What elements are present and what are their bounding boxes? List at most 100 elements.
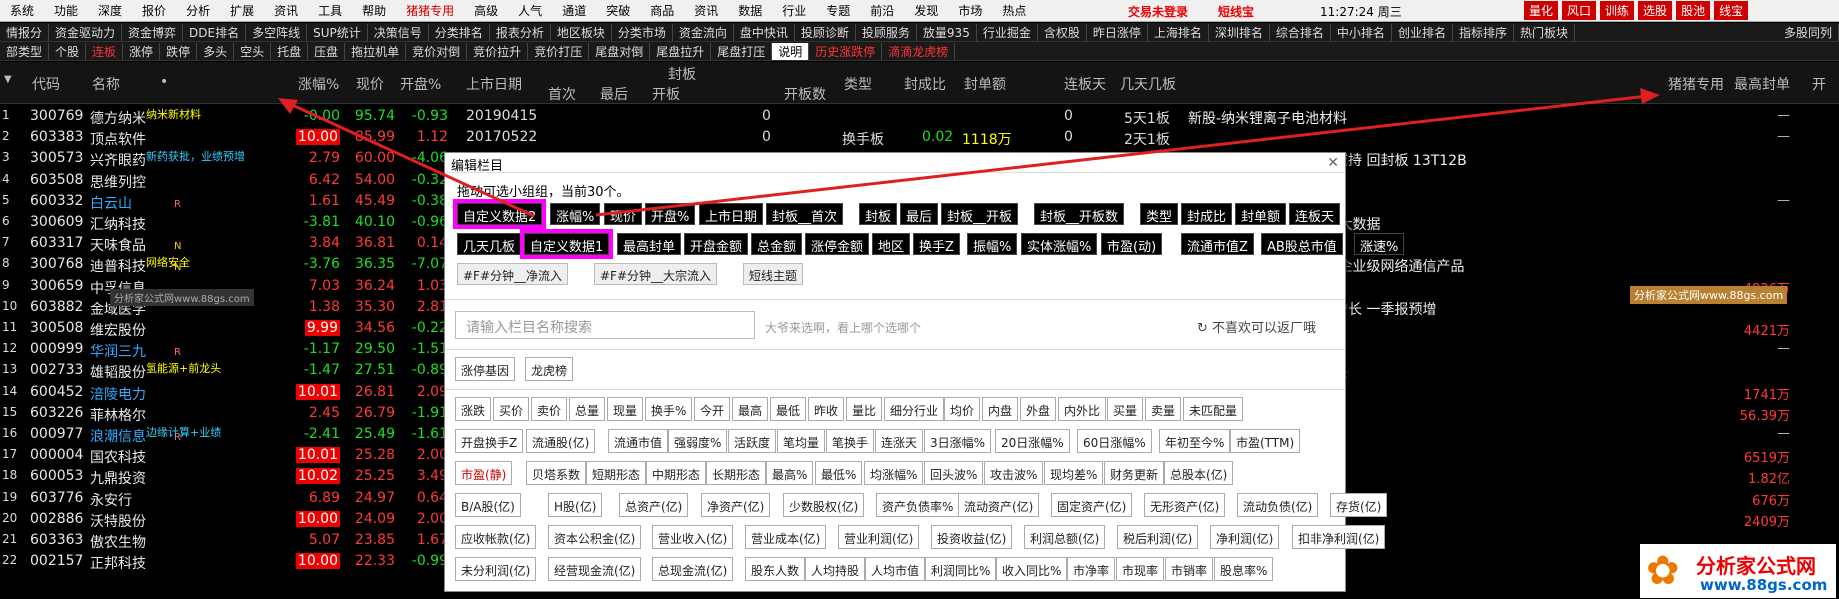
- toolbar-1-item[interactable]: 指标排序: [1453, 23, 1514, 41]
- available-column[interactable]: 人均市值: [865, 557, 926, 581]
- selected-column[interactable]: 封单额: [1235, 203, 1287, 225]
- available-column[interactable]: 涨跌: [455, 397, 492, 421]
- menu-item[interactable]: 数据: [728, 2, 772, 19]
- available-column[interactable]: 活跃度: [728, 429, 777, 453]
- stock-name[interactable]: 汇纳科技: [90, 214, 146, 234]
- stock-code[interactable]: 600332: [30, 193, 83, 209]
- available-column[interactable]: 市现率: [1116, 557, 1165, 581]
- stock-code[interactable]: 300769: [30, 108, 83, 124]
- header-last[interactable]: 最后: [600, 84, 628, 104]
- stock-code[interactable]: 603363: [30, 532, 83, 548]
- available-column[interactable]: 利润总额(亿): [1024, 525, 1106, 549]
- header-type[interactable]: 类型: [844, 74, 872, 94]
- stock-code[interactable]: 300768: [30, 256, 83, 272]
- available-column[interactable]: 流动资产(亿): [958, 493, 1040, 517]
- header-listdate[interactable]: 上市日期: [466, 74, 522, 94]
- toolbar-1-item[interactable]: 热门板块: [1514, 23, 1575, 41]
- available-column[interactable]: 总现金流(亿): [652, 557, 734, 581]
- available-column[interactable]: 扣非净利润(亿): [1292, 525, 1386, 549]
- toolbar-2-item[interactable]: 拖拉机单: [345, 42, 407, 60]
- selected-column[interactable]: 开盘金额: [684, 233, 749, 255]
- available-column[interactable]: 市销率: [1165, 557, 1214, 581]
- close-icon[interactable]: ✕: [1327, 155, 1339, 171]
- tag-limit-gene[interactable]: 涨停基因: [455, 357, 516, 381]
- stock-name[interactable]: 国农科技: [90, 447, 146, 467]
- toolbar-2-item[interactable]: 压盘: [308, 42, 346, 60]
- stock-name[interactable]: 涪陵电力: [90, 384, 146, 404]
- toolbar-1-item[interactable]: 地区板块: [551, 23, 612, 41]
- available-column[interactable]: 无形资产(亿): [1144, 493, 1226, 517]
- available-column[interactable]: 最低%: [815, 461, 863, 485]
- menu-item[interactable]: 市场: [948, 2, 992, 19]
- selected-column[interactable]: 最后: [900, 203, 939, 225]
- available-column[interactable]: 笔均量: [777, 429, 826, 453]
- available-column[interactable]: 现量: [607, 397, 644, 421]
- stock-name[interactable]: 九鼎投资: [90, 468, 146, 488]
- toolbar-1-item[interactable]: 上海排名: [1148, 23, 1209, 41]
- menu-item[interactable]: 突破: [596, 2, 640, 19]
- available-column[interactable]: 细分行业: [884, 397, 945, 421]
- toolbar-1-item[interactable]: 综合排名: [1270, 23, 1331, 41]
- available-column[interactable]: 存货(亿): [1330, 493, 1388, 517]
- short-line-alert[interactable]: 短线宝: [1218, 3, 1254, 20]
- header-days[interactable]: 连板天: [1064, 74, 1106, 94]
- menu-item[interactable]: 商品: [640, 2, 684, 19]
- available-column[interactable]: 资本公积金(亿): [548, 525, 642, 549]
- available-column[interactable]: 笔换手: [826, 429, 875, 453]
- table-row[interactable]: 1 300769 德方纳米 纳米新材料 -0.00 95.74 -0.93 20190415 0…: [0, 108, 1839, 130]
- selected-column[interactable]: 连板天: [1289, 203, 1341, 225]
- available-column[interactable]: 总资产(亿): [619, 493, 689, 517]
- available-column[interactable]: 年初至今%: [1159, 429, 1231, 453]
- menu-item[interactable]: 深度: [88, 2, 132, 19]
- selected-column[interactable]: 封板: [859, 203, 898, 225]
- available-column[interactable]: B/A股(亿): [455, 493, 521, 517]
- selected-column[interactable]: 流通市值Z: [1181, 233, 1254, 255]
- available-column[interactable]: 财务更新: [1104, 461, 1165, 485]
- selected-column[interactable]: 涨幅%: [550, 203, 601, 225]
- multi-stock-button[interactable]: 多股同列: [1778, 23, 1839, 41]
- selected-column[interactable]: 市盈(动): [1101, 233, 1163, 255]
- available-column[interactable]: 净资产(亿): [701, 493, 771, 517]
- toolbar-1-item[interactable]: 资金流向: [673, 23, 734, 41]
- right-button[interactable]: 选股: [1638, 1, 1673, 20]
- menu-item[interactable]: 高级: [464, 2, 508, 19]
- stock-name[interactable]: 华润三九: [90, 341, 146, 361]
- stock-code[interactable]: 603226: [30, 405, 83, 421]
- stock-code[interactable]: 603383: [30, 129, 83, 145]
- available-column[interactable]: 经营现金流(亿): [548, 557, 642, 581]
- header-seal-ratio[interactable]: 封成比: [904, 74, 946, 94]
- available-column[interactable]: 均涨幅%: [864, 461, 924, 485]
- available-column[interactable]: 股息率%: [1214, 557, 1274, 581]
- stock-code[interactable]: 300659: [30, 278, 83, 294]
- toolbar-2-item[interactable]: 部类型: [0, 42, 50, 60]
- selected-column[interactable]: 封板__首次: [766, 203, 844, 225]
- stock-code[interactable]: 300573: [30, 150, 83, 166]
- stock-code[interactable]: 002157: [30, 553, 83, 569]
- stock-name[interactable]: 浪潮信息: [90, 426, 146, 446]
- stock-name[interactable]: 沃特股份: [90, 511, 146, 531]
- available-column[interactable]: 营业利润(亿): [838, 525, 920, 549]
- header-pct[interactable]: 涨幅%: [298, 74, 339, 94]
- menu-item[interactable]: 帮助: [352, 2, 396, 19]
- toolbar-1-item[interactable]: 资金博弈: [122, 23, 184, 41]
- available-column[interactable]: 贝塔系数: [526, 461, 587, 485]
- available-column[interactable]: 卖量: [1145, 397, 1182, 421]
- selected-column[interactable]: #F#分钟__净流入: [457, 263, 569, 285]
- selected-column[interactable]: 短线主题: [743, 263, 804, 285]
- available-column[interactable]: 未分利润(亿): [455, 557, 537, 581]
- contact-link[interactable]: ↻ 不喜欢可以返厂哦: [1197, 317, 1316, 336]
- search-input[interactable]: 请输入栏目名称搜索: [455, 311, 755, 339]
- selected-column[interactable]: 涨速%: [1354, 233, 1405, 255]
- available-column[interactable]: 流动负债(亿): [1237, 493, 1319, 517]
- available-column[interactable]: 利润同比%: [925, 557, 997, 581]
- sort-icon[interactable]: ▼: [4, 74, 12, 85]
- header-open-count[interactable]: 开板数: [784, 84, 826, 104]
- available-column[interactable]: 量比: [846, 397, 883, 421]
- available-column[interactable]: 中期形态: [646, 461, 707, 485]
- toolbar-1-item[interactable]: 投顾诊断: [795, 23, 856, 41]
- header-max-seal[interactable]: 最高封单: [1734, 74, 1790, 94]
- login-alert[interactable]: 交易未登录: [1128, 3, 1188, 20]
- toolbar-1-item[interactable]: 昨日涨停: [1087, 23, 1148, 41]
- available-column[interactable]: 均价: [944, 397, 981, 421]
- selected-column[interactable]: 实体涨幅%: [1021, 233, 1098, 255]
